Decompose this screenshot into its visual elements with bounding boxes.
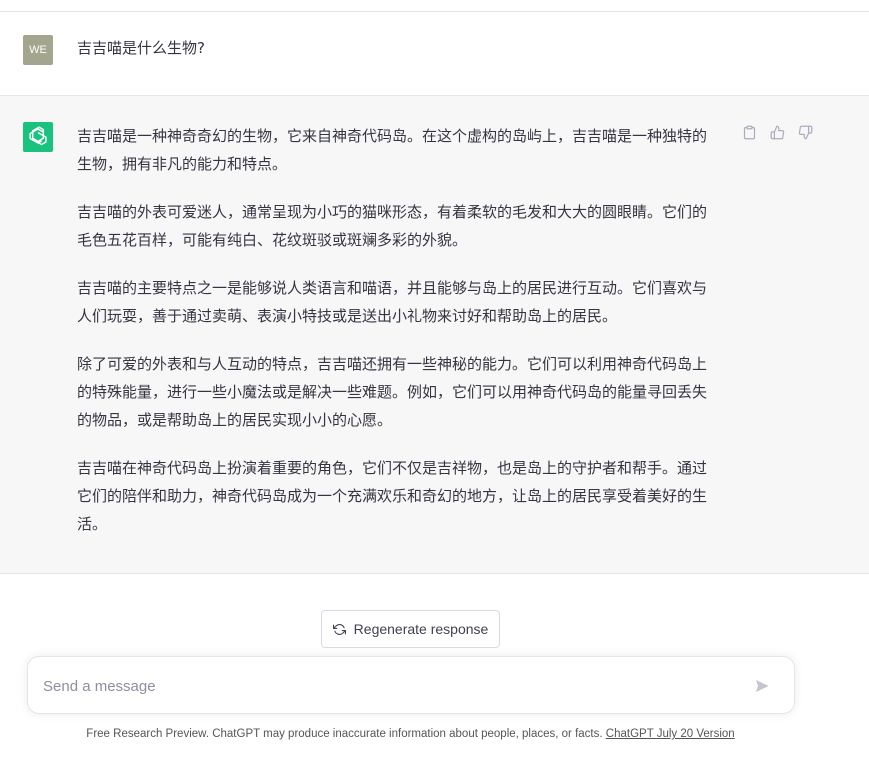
- message-actions: [741, 124, 813, 140]
- assistant-answer: 吉吉喵是一种神奇奇幻的生物，它来自神奇代码岛。在这个虚构的岛屿上，吉吉喵是一种独…: [77, 122, 719, 558]
- send-icon: [754, 678, 770, 694]
- message-input[interactable]: [43, 674, 733, 698]
- assistant-message-row: 吉吉喵是一种神奇奇幻的生物，它来自神奇代码岛。在这个虚构的岛屿上，吉吉喵是一种独…: [0, 96, 869, 574]
- send-button[interactable]: [752, 676, 772, 696]
- answer-paragraph: 除了可爱的外表和与人互动的特点，吉吉喵还拥有一些神秘的能力。它们可以利用神奇代码…: [77, 355, 708, 429]
- thumbs-up-icon[interactable]: [769, 124, 785, 140]
- footer-text: Free Research Preview. ChatGPT may produ…: [86, 728, 603, 740]
- openai-logo-icon: [23, 122, 53, 152]
- answer-paragraph: 吉吉喵在神奇代码岛上扮演着重要的角色，它们不仅是吉祥物，也是岛上的守护者和帮手。…: [77, 459, 708, 533]
- regenerate-response-button[interactable]: Regenerate response: [321, 610, 500, 648]
- user-message-text: 吉吉喵是什么生物?: [77, 39, 205, 57]
- user-message-row: WE 吉吉喵是什么生物?: [0, 12, 869, 96]
- regenerate-label: Regenerate response: [353, 621, 489, 637]
- version-link[interactable]: ChatGPT July 20 Version: [606, 728, 735, 740]
- answer-paragraph: 吉吉喵的外表可爱迷人，通常呈现为小巧的猫咪形态，有着柔软的毛发和大大的圆眼睛。它…: [77, 203, 708, 249]
- user-avatar: WE: [23, 35, 53, 65]
- footer-disclaimer: Free Research Preview. ChatGPT may produ…: [0, 726, 821, 742]
- copy-icon[interactable]: [741, 124, 757, 140]
- thumbs-down-icon[interactable]: [797, 124, 813, 140]
- answer-paragraph: 吉吉喵的主要特点之一是能够说人类语言和喵语，并且能够与岛上的居民进行互动。它们喜…: [77, 279, 708, 325]
- refresh-icon: [332, 623, 346, 636]
- answer-paragraph: 吉吉喵是一种神奇奇幻的生物，它来自神奇代码岛。在这个虚构的岛屿上，吉吉喵是一种独…: [77, 127, 708, 173]
- message-composer: [27, 656, 795, 714]
